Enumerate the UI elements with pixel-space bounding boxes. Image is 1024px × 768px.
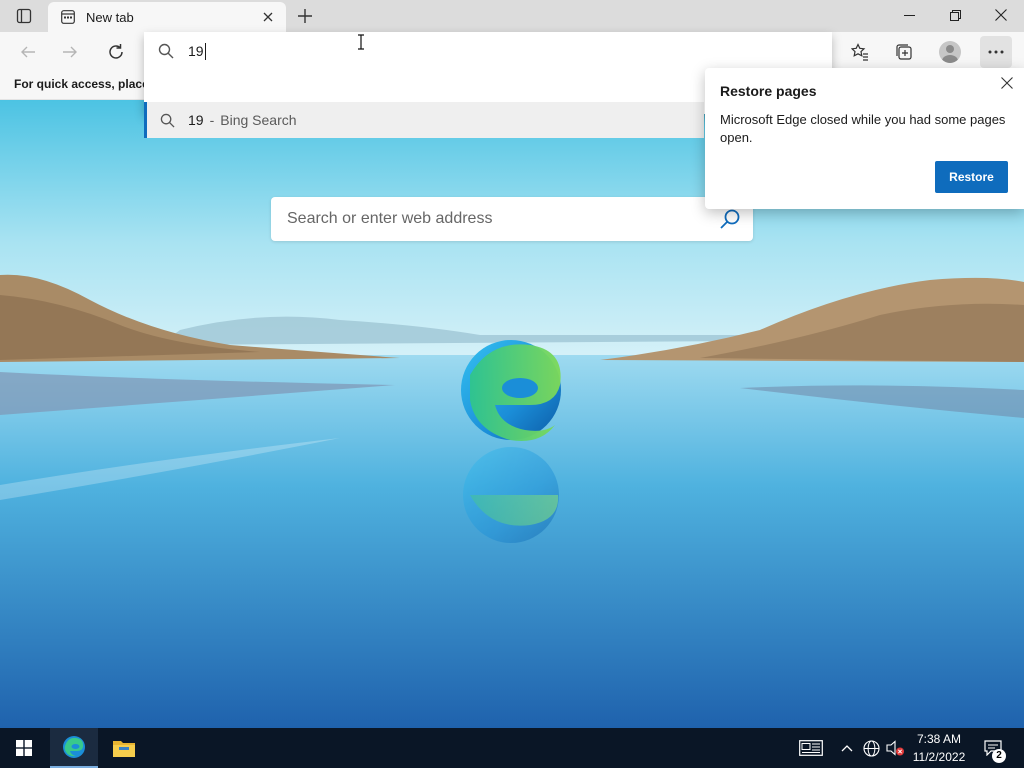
address-bar[interactable]: 19	[144, 32, 832, 70]
tab-new-tab[interactable]: New tab	[48, 2, 286, 32]
back-button[interactable]	[12, 36, 44, 68]
search-icon	[720, 209, 740, 229]
suggestion-engine: Bing Search	[220, 112, 297, 128]
minimize-icon	[903, 14, 915, 16]
file-explorer-icon	[113, 741, 135, 757]
minimize-button[interactable]	[886, 0, 932, 30]
page-search-box[interactable]: Search or enter web address	[271, 197, 753, 241]
settings-and-more-button[interactable]	[980, 36, 1012, 68]
tab-strip: New tab	[0, 0, 1024, 32]
clock-date: 11/2/2022	[912, 750, 966, 764]
tab-actions-icon	[16, 8, 32, 24]
edge-logo-icon	[63, 736, 85, 758]
search-icon	[147, 113, 188, 128]
refresh-icon	[109, 44, 123, 59]
favorites-icon	[851, 43, 868, 61]
chevron-up-icon	[841, 745, 853, 752]
close-icon	[263, 12, 273, 22]
start-button[interactable]	[0, 728, 48, 768]
restore-popup-close-button[interactable]	[996, 72, 1018, 94]
close-window-button[interactable]	[978, 0, 1024, 30]
search-icon	[144, 32, 188, 70]
taskbar-edge[interactable]	[50, 728, 98, 768]
forward-button[interactable]	[54, 36, 86, 68]
favorites-bar-hint: For quick access, place y	[14, 77, 159, 91]
volume-muted-icon	[886, 740, 904, 756]
restore-popup-title: Restore pages	[720, 83, 817, 99]
text-cursor-icon	[358, 34, 364, 50]
restore-pages-popup: Restore pages Microsoft Edge closed whil…	[705, 68, 1024, 209]
plus-icon	[298, 9, 312, 23]
network-button[interactable]	[860, 728, 882, 768]
close-icon	[995, 9, 1007, 21]
text-caret	[204, 42, 206, 60]
volume-button[interactable]	[884, 728, 906, 768]
restore-window-button[interactable]	[932, 0, 978, 30]
close-icon	[1001, 77, 1013, 89]
clock-time: 7:38 AM	[916, 732, 962, 746]
network-icon	[862, 739, 880, 757]
taskbar-news[interactable]	[794, 728, 828, 768]
suggestion-bing-search[interactable]: 19 - Bing Search	[144, 102, 704, 138]
restore-button[interactable]: Restore	[935, 161, 1008, 193]
address-typed-text[interactable]: 19	[188, 43, 204, 59]
favorites-button[interactable]	[844, 36, 876, 68]
more-icon	[988, 50, 1004, 54]
profile-button[interactable]	[934, 36, 966, 68]
taskbar: 7:38 AM 11/2/2022	[0, 728, 1024, 768]
suggestion-query: 19	[188, 112, 204, 128]
show-hidden-icons-button[interactable]	[838, 728, 856, 768]
forward-arrow-icon	[63, 46, 77, 58]
suggestion-separator: -	[209, 112, 215, 128]
address-input: 19	[188, 42, 206, 60]
back-arrow-icon	[21, 46, 35, 58]
collections-icon	[896, 44, 912, 60]
windows-logo-icon	[16, 740, 32, 756]
tab-actions-button[interactable]	[8, 4, 40, 28]
restore-window-icon	[949, 9, 961, 21]
tab-title: New tab	[86, 9, 134, 25]
page-icon	[60, 9, 76, 25]
refresh-button[interactable]	[100, 36, 132, 68]
new-tab-button[interactable]	[292, 4, 318, 28]
profile-icon	[939, 41, 961, 63]
restore-popup-message: Microsoft Edge closed while you had some…	[720, 112, 1006, 145]
system-clock[interactable]: 7:38 AM 11/2/2022	[906, 730, 972, 766]
action-center-button[interactable]	[978, 728, 1008, 768]
news-icon	[799, 740, 823, 756]
taskbar-file-explorer[interactable]	[100, 728, 148, 768]
collections-button[interactable]	[888, 36, 920, 68]
page-search-placeholder: Search or enter web address	[287, 210, 493, 227]
notification-count-badge: 2	[992, 749, 1006, 763]
close-tab-button[interactable]	[258, 7, 278, 27]
